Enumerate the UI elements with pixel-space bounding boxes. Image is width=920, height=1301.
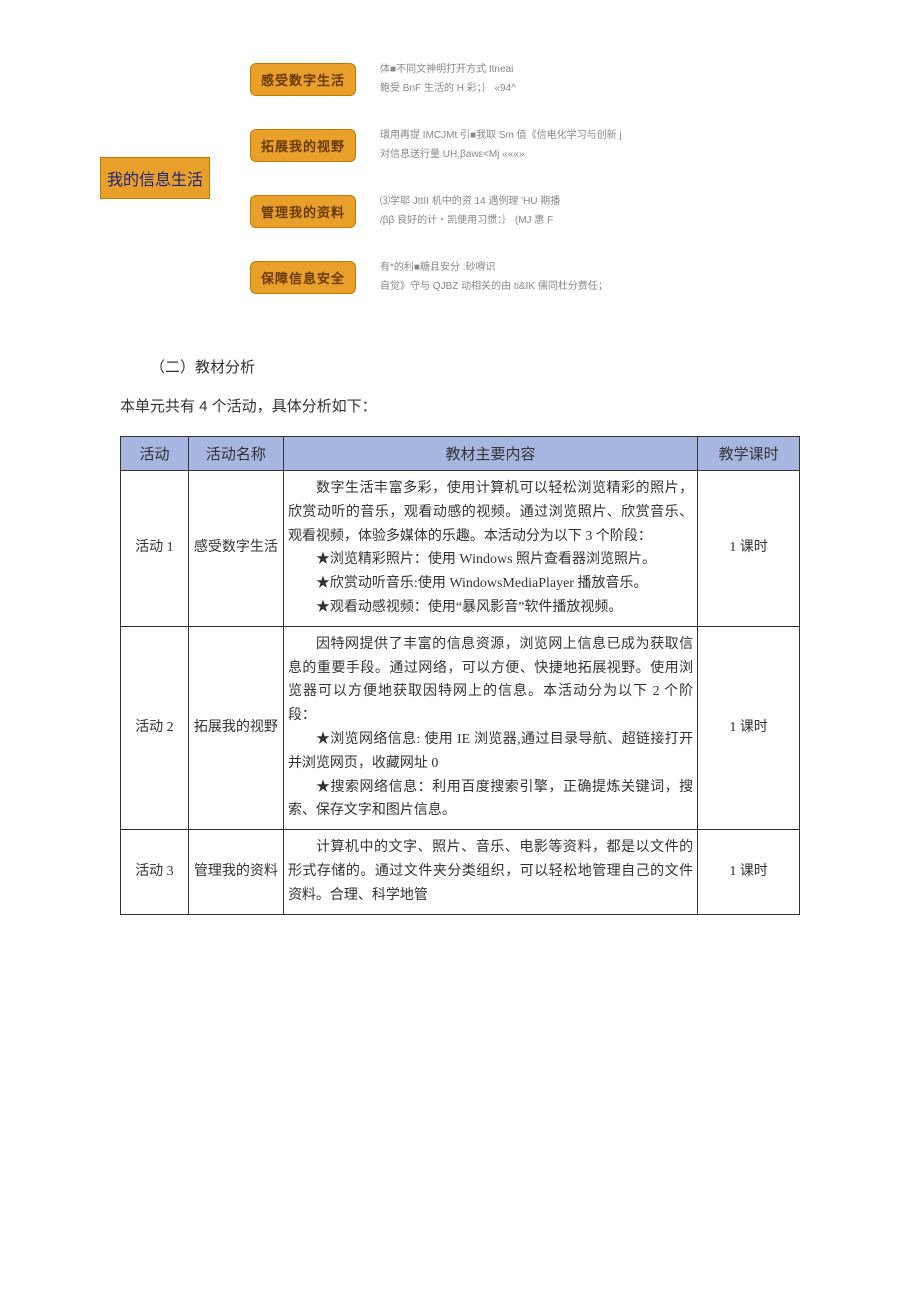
branch-label-3: 管理我的资料 bbox=[250, 195, 356, 228]
table-row: 活动 2 拓展我的视野 因特网提供了丰富的信息资源，浏览网上信息已成为获取信息的… bbox=[121, 626, 800, 829]
branch-row: 管理我的资料 ⑶学耶 JttII 机中的资 14 遇例理 'HU 期播 /ββ … bbox=[250, 192, 622, 230]
branch-row: 保障信息安全 有*的利■糖且安分 :砂嘚识 自觉》守与 QJBZ 动相关的由 t… bbox=[250, 258, 622, 296]
concept-diagram: 我的信息生活 感受数字生活 体■不同文神明打开方式 Itneai 鲍受 BnF … bbox=[100, 60, 800, 296]
diagram-branches: 感受数字生活 体■不同文神明打开方式 Itneai 鲍受 BnF 生活的 H 彩… bbox=[250, 60, 622, 296]
branch-desc-3: ⑶学耶 JttII 机中的资 14 遇例理 'HU 期播 /ββ 良好的计・凯便… bbox=[380, 192, 560, 230]
branch-row: 拓展我的视野 環用再提 IMCJMt 引■我取 Sm 值《信电化学习与创新 j … bbox=[250, 126, 622, 164]
cell-name: 管理我的资料 bbox=[188, 830, 283, 914]
branch-label-2: 拓展我的视野 bbox=[250, 129, 356, 162]
cell-content: 计算机中的文字、照片、音乐、电影等资料，都是以文件的形式存储的。通过文件夹分类组… bbox=[283, 830, 697, 914]
th-hours: 教学课时 bbox=[698, 437, 800, 471]
table-row: 活动 1 感受数字生活 数字生活丰富多彩，使用计算机可以轻松浏览精彩的照片，欣赏… bbox=[121, 471, 800, 627]
branch-row: 感受数字生活 体■不同文神明打开方式 Itneai 鲍受 BnF 生活的 H 彩… bbox=[250, 60, 622, 98]
section-heading: （二）教材分析 bbox=[150, 356, 800, 377]
th-name: 活动名称 bbox=[188, 437, 283, 471]
branch-label-1: 感受数字生活 bbox=[250, 63, 356, 96]
th-content: 教材主要内容 bbox=[283, 437, 697, 471]
cell-hours: 1 课时 bbox=[698, 626, 800, 829]
branch-label-4: 保障信息安全 bbox=[250, 261, 356, 294]
cell-activity: 活动 2 bbox=[121, 626, 189, 829]
cell-content: 因特网提供了丰富的信息资源，浏览网上信息已成为获取信息的重要手段。通过网络，可以… bbox=[283, 626, 697, 829]
cell-hours: 1 课时 bbox=[698, 830, 800, 914]
branch-desc-2: 環用再提 IMCJMt 引■我取 Sm 值《信电化学习与创新 j 对信息送行量 … bbox=[380, 126, 622, 164]
cell-name: 拓展我的视野 bbox=[188, 626, 283, 829]
branch-desc-1: 体■不同文神明打开方式 Itneai 鲍受 BnF 生活的 H 彩；｝ «94^ bbox=[380, 60, 516, 98]
branch-desc-4: 有*的利■糖且安分 :砂嘚识 自觉》守与 QJBZ 动相关的由 ti&IK 儒同… bbox=[380, 258, 608, 296]
table-header-row: 活动 活动名称 教材主要内容 教学课时 bbox=[121, 437, 800, 471]
intro-line: 本单元共有 4 个活动，具体分析如下： bbox=[120, 395, 800, 416]
analysis-table: 活动 活动名称 教材主要内容 教学课时 活动 1 感受数字生活 数字生活丰富多彩… bbox=[120, 436, 800, 915]
cell-hours: 1 课时 bbox=[698, 471, 800, 627]
cell-name: 感受数字生活 bbox=[188, 471, 283, 627]
cell-activity: 活动 3 bbox=[121, 830, 189, 914]
diagram-root: 我的信息生活 bbox=[100, 157, 210, 199]
cell-activity: 活动 1 bbox=[121, 471, 189, 627]
th-activity: 活动 bbox=[121, 437, 189, 471]
cell-content: 数字生活丰富多彩，使用计算机可以轻松浏览精彩的照片，欣赏动听的音乐，观看动感的视… bbox=[283, 471, 697, 627]
table-row: 活动 3 管理我的资料 计算机中的文字、照片、音乐、电影等资料，都是以文件的形式… bbox=[121, 830, 800, 914]
